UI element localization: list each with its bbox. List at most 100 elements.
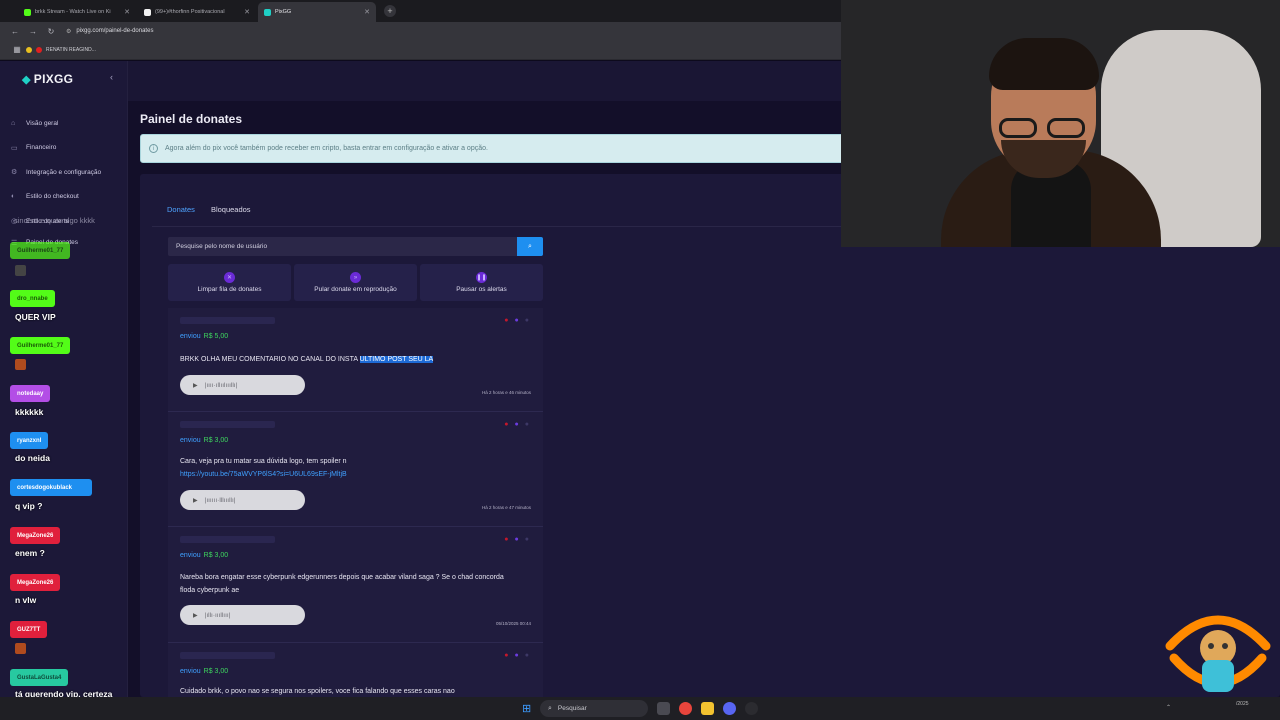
tiktok-favicon-icon: [144, 8, 151, 16]
delete-icon[interactable]: ●: [504, 652, 508, 659]
donate-amount: enviou R$ 3,00: [180, 668, 228, 675]
skip-donate-button[interactable]: » Pular donate em reprodução: [294, 264, 417, 301]
bookmark-item[interactable]: RENATIN REAGIND...: [46, 47, 96, 53]
chrome-icon[interactable]: [679, 702, 692, 715]
audio-player[interactable]: ▶ |ıllı·ıııllııı|: [180, 605, 305, 625]
sidebar-item-label: Estilo do checkout: [26, 193, 79, 201]
tab-bloqueados[interactable]: Bloqueados: [211, 205, 251, 220]
tray-chevron-icon[interactable]: ⌃: [1166, 704, 1171, 711]
windows-start-icon[interactable]: ⊞: [522, 702, 531, 715]
pause-alerts-button[interactable]: ❚❚ Pausar os alertas: [420, 264, 543, 301]
tab-donates[interactable]: Donates: [167, 205, 195, 220]
selected-text: ULTIMO POST SEU LA: [359, 356, 434, 363]
youtube-icon: [36, 46, 42, 53]
pixgg-favicon-icon: [264, 8, 271, 16]
play-icon[interactable]: ▶: [193, 382, 198, 389]
clear-queue-button[interactable]: ✕ Limpar fila de donates: [168, 264, 291, 301]
streamer-hair: [989, 38, 1099, 90]
apps-grid-icon[interactable]: ▦: [8, 45, 26, 54]
info-alert: i Agora além do pix você também pode rec…: [140, 134, 852, 163]
collapse-sidebar-icon[interactable]: ‹: [110, 72, 113, 82]
search-icon: ⌕: [548, 704, 552, 712]
delete-icon[interactable]: ●: [504, 421, 508, 428]
donate-item: ● ● ● enviou R$ 3,00 Nareba bora engatar …: [168, 527, 543, 643]
sidebar-item-financeiro[interactable]: ▭ Financeiro: [0, 136, 128, 161]
file-explorer-icon[interactable]: [701, 702, 714, 715]
streamer-glasses: [991, 118, 1091, 140]
site-info-icon[interactable]: ⚙: [66, 28, 71, 35]
delete-icon[interactable]: ●: [504, 317, 508, 324]
donate-actions: ● ● ●: [504, 652, 529, 659]
discord-icon[interactable]: [723, 702, 736, 715]
message-link[interactable]: https://youtu.be/75aWVYP6lS4?si=U6UL69sE…: [180, 468, 520, 481]
chat-username-badge: GUZ7TT: [10, 621, 48, 638]
replay-icon[interactable]: ●: [515, 421, 519, 428]
browser-tab-pixgg[interactable]: PixGG ✕: [258, 2, 376, 22]
kick-favicon-icon: [24, 8, 31, 16]
donate-actions: ● ● ●: [504, 317, 529, 324]
amount-value: R$ 3,00: [203, 668, 229, 675]
browser-tab-tiktok[interactable]: (99+)#thorfinn Positivacional ✕: [138, 2, 256, 22]
play-icon[interactable]: ▶: [193, 497, 198, 504]
emote-icon: [15, 265, 26, 276]
new-tab-button[interactable]: +: [384, 5, 396, 17]
amount-value: R$ 3,00: [203, 437, 229, 444]
chat-username-badge: ryanzxnl: [10, 432, 49, 449]
back-icon[interactable]: ←: [6, 27, 24, 36]
bookmark-dot-icon: [26, 46, 32, 53]
action-label: Pular donate em reprodução: [314, 286, 397, 293]
message-text: Cara, veja pra tu matar sua dúvida logo,…: [180, 458, 347, 465]
browser-tab-kick[interactable]: brkk Stream - Watch Live on Ki ✕: [18, 2, 136, 22]
close-tab-icon[interactable]: ✕: [364, 8, 370, 16]
donate-amount: enviou R$ 3,00: [180, 552, 228, 559]
replay-icon[interactable]: ●: [515, 536, 519, 543]
forward-icon[interactable]: →: [24, 27, 42, 36]
url-field[interactable]: ⚙ pixgg.com/painel-de-donates: [66, 28, 153, 35]
sent-label: enviou: [180, 437, 201, 444]
chat-username-badge: GustaLaGusta4: [10, 669, 69, 686]
chat-message-text: QUER VIP: [15, 312, 56, 322]
more-icon[interactable]: ●: [525, 536, 529, 543]
pause-icon: ❚❚: [476, 272, 487, 283]
obs-icon[interactable]: [745, 702, 758, 715]
gear-icon: ⚙: [11, 169, 18, 177]
windows-taskbar: ⊞ ⌕ Pesquisar ⌃ /2025: [0, 697, 1280, 720]
chat-username-badge: Guilherme01_77: [10, 242, 71, 259]
audio-player[interactable]: ▶ |ıııııı·lllıııllı|: [180, 490, 305, 510]
more-icon[interactable]: ●: [525, 652, 529, 659]
queue-actions: ✕ Limpar fila de donates » Pular donate …: [168, 264, 543, 301]
sidebar-item-integracao[interactable]: ⚙ Integração e configuração: [0, 160, 128, 185]
pixgg-logo-icon: ◆: [22, 73, 31, 86]
reload-icon[interactable]: ↻: [42, 27, 60, 36]
emote-icon: [15, 359, 26, 370]
more-icon[interactable]: ●: [525, 317, 529, 324]
action-label: Pausar os alertas: [456, 286, 507, 293]
search-button[interactable]: ⌕: [517, 237, 543, 256]
replay-icon[interactable]: ●: [515, 317, 519, 324]
more-icon[interactable]: ●: [525, 421, 529, 428]
taskview-icon[interactable]: [657, 702, 670, 715]
pixgg-logo[interactable]: ◆ PIXGG: [22, 72, 73, 86]
logo-text: PIXGG: [33, 72, 74, 86]
donate-message: BRKK OLHA MEU COMENTARIO NO CANAL DO INS…: [180, 353, 520, 366]
play-icon[interactable]: ▶: [193, 612, 198, 619]
home-icon: ⌂: [11, 119, 16, 127]
taskbar-search[interactable]: ⌕ Pesquisar: [540, 700, 648, 717]
chat-username-badge: notedaay: [10, 385, 51, 402]
message-text: BRKK OLHA MEU COMENTARIO NO CANAL DO INS…: [180, 356, 360, 363]
close-tab-icon[interactable]: ✕: [124, 8, 130, 16]
donate-time: 05/10/2025 00:44: [495, 621, 531, 626]
chat-message-text: n vlw: [15, 595, 37, 605]
delete-icon[interactable]: ●: [504, 536, 508, 543]
url-text: pixgg.com/painel-de-donates: [76, 28, 154, 34]
close-tab-icon[interactable]: ✕: [244, 8, 250, 16]
audio-player[interactable]: ▶ |ıııı·ıllıılıııllı|: [180, 375, 305, 395]
search-input[interactable]: Pesquise pelo nome de usuário: [168, 237, 517, 256]
chat-username-badge: Guilherme01_77: [10, 337, 71, 354]
sidebar-item-visao-geral[interactable]: ⌂ Visão geral: [0, 111, 128, 136]
wallet-icon: ▭: [11, 144, 18, 152]
donate-item: ● ● ● enviou R$ 5,00 BRKK OLHA MEU COMENT…: [168, 308, 543, 412]
donor-name-blurred: [180, 652, 275, 659]
taskbar-clock[interactable]: /2025: [1236, 701, 1249, 708]
replay-icon[interactable]: ●: [515, 652, 519, 659]
